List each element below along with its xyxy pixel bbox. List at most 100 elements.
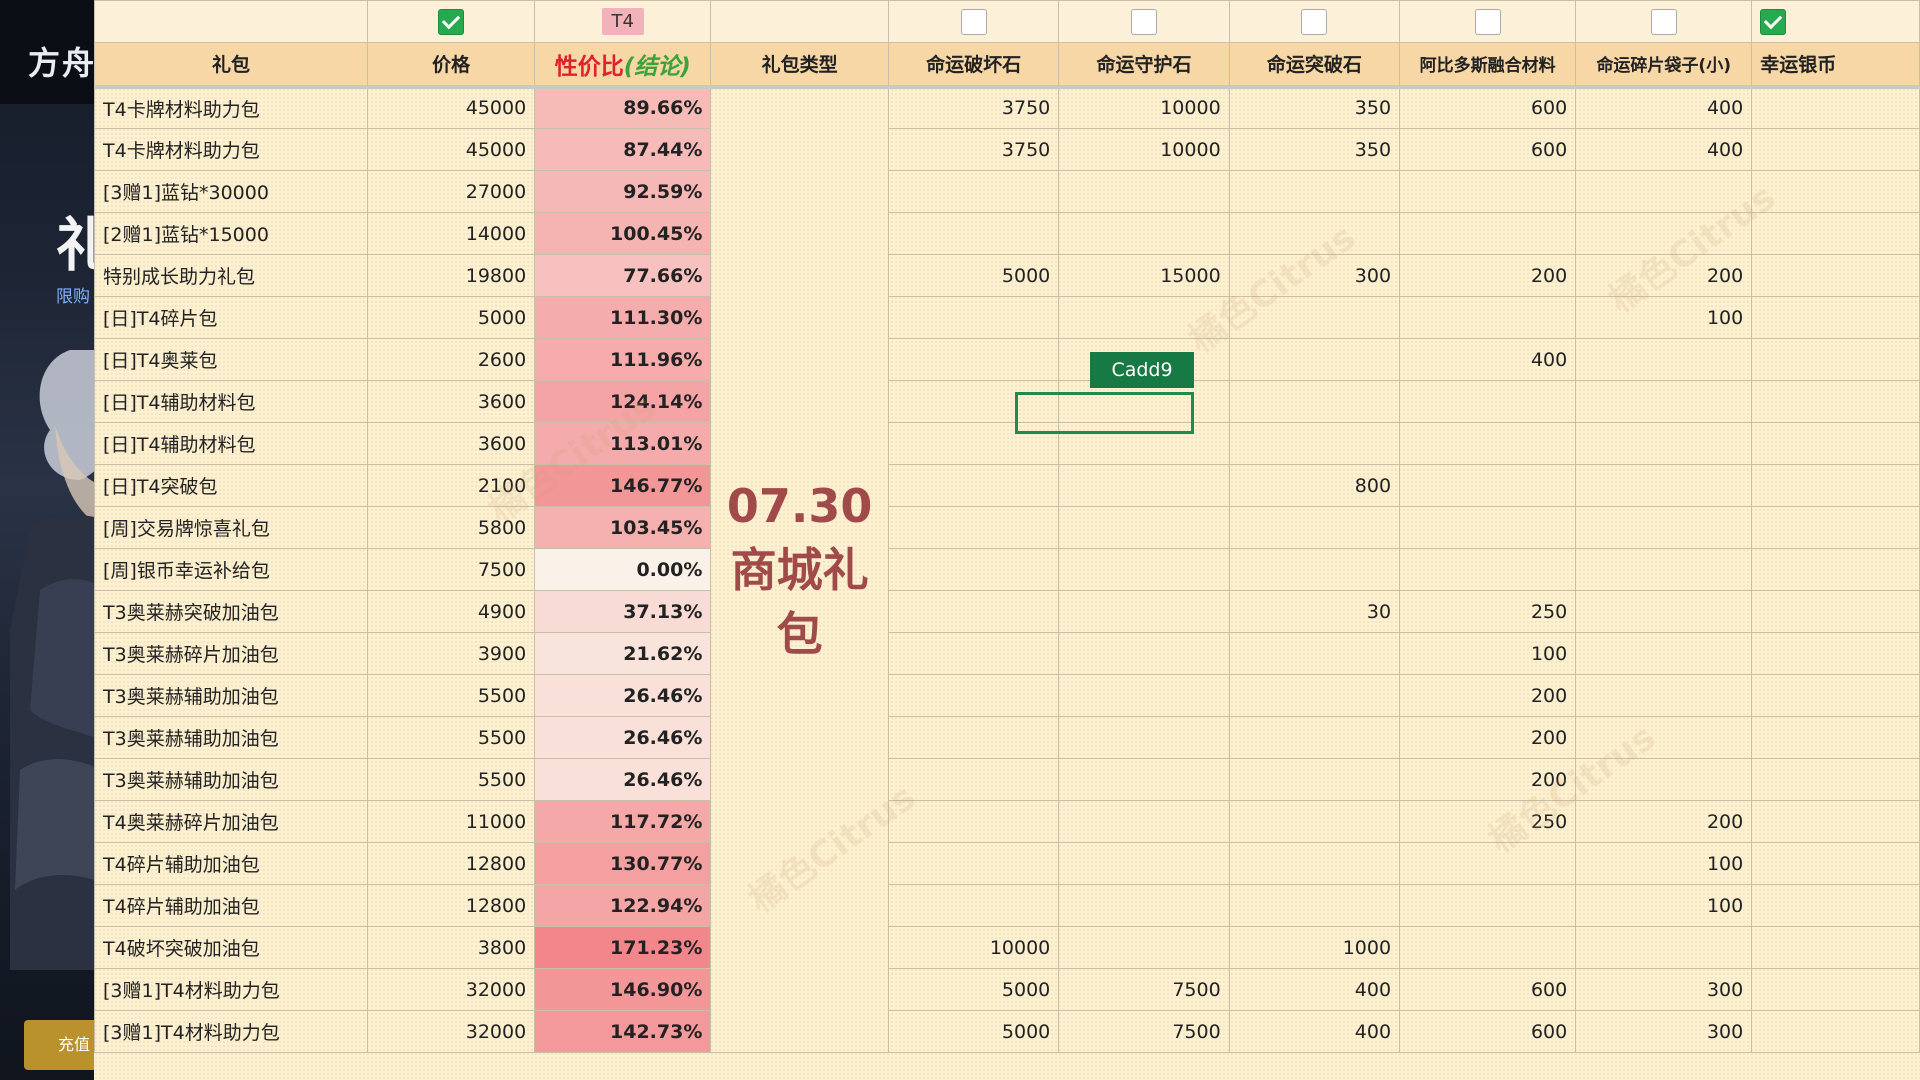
material-cell-c3[interactable]	[1228, 422, 1401, 465]
filter-cell-c4[interactable]	[1399, 0, 1577, 43]
material-cell-c4[interactable]	[1399, 380, 1577, 423]
value-ratio-cell[interactable]: 0.00%	[534, 548, 712, 591]
filter-cell-c3[interactable]	[1228, 0, 1401, 43]
value-ratio-cell[interactable]: 77.66%	[534, 254, 712, 297]
material-cell-c1[interactable]	[887, 212, 1060, 255]
material-cell-c6[interactable]	[1751, 422, 1920, 465]
gift-name-cell[interactable]: [3赠1]T4材料助力包	[94, 968, 368, 1011]
value-ratio-cell[interactable]: 37.13%	[534, 590, 712, 633]
value-ratio-cell[interactable]: 111.96%	[534, 338, 712, 381]
material-cell-c6[interactable]	[1751, 338, 1920, 381]
material-cell-c6[interactable]	[1751, 548, 1920, 591]
gift-name-cell[interactable]: T3奥莱赫碎片加油包	[94, 632, 368, 675]
filter-cell-ratio[interactable]: T4	[534, 0, 712, 43]
material-cell-c1[interactable]	[887, 674, 1060, 717]
material-cell-c5[interactable]: 100	[1575, 296, 1753, 339]
header-c5[interactable]: 命运碎片袋子(小)	[1575, 42, 1753, 89]
material-cell-c2[interactable]	[1058, 842, 1230, 885]
material-cell-c3[interactable]	[1228, 338, 1401, 381]
value-ratio-cell[interactable]: 21.62%	[534, 632, 712, 675]
gift-name-cell[interactable]: [周]交易牌惊喜礼包	[94, 506, 368, 549]
material-cell-c6[interactable]	[1751, 296, 1920, 339]
material-cell-c2[interactable]	[1058, 674, 1230, 717]
price-cell[interactable]: 7500	[366, 548, 536, 591]
material-cell-c2[interactable]: 7500	[1058, 968, 1230, 1011]
gift-name-cell[interactable]: T4碎片辅助加油包	[94, 842, 368, 885]
material-cell-c4[interactable]: 600	[1399, 128, 1577, 171]
material-cell-c3[interactable]	[1228, 758, 1401, 801]
price-cell[interactable]: 4900	[366, 590, 536, 633]
price-cell[interactable]: 5500	[366, 758, 536, 801]
header-c6[interactable]: 幸运银币	[1751, 42, 1920, 89]
checkbox-unchecked-icon[interactable]	[1130, 8, 1157, 35]
material-cell-c5[interactable]	[1575, 716, 1753, 759]
material-cell-c6[interactable]	[1751, 842, 1920, 885]
header-gift[interactable]: 礼包	[94, 42, 368, 89]
material-cell-c1[interactable]	[887, 464, 1060, 507]
material-cell-c4[interactable]: 250	[1399, 590, 1577, 633]
material-cell-c4[interactable]	[1399, 548, 1577, 591]
material-cell-c4[interactable]: 100	[1399, 632, 1577, 675]
material-cell-c1[interactable]	[887, 884, 1060, 927]
gift-name-cell[interactable]: T3奥莱赫辅助加油包	[94, 716, 368, 759]
price-cell[interactable]: 14000	[366, 212, 536, 255]
price-cell[interactable]: 32000	[366, 1010, 536, 1053]
material-cell-c3[interactable]	[1228, 170, 1401, 213]
material-cell-c6[interactable]	[1751, 86, 1920, 129]
value-ratio-cell[interactable]: 87.44%	[534, 128, 712, 171]
price-cell[interactable]: 32000	[366, 968, 536, 1011]
material-cell-c6[interactable]	[1751, 212, 1920, 255]
material-cell-c5[interactable]	[1575, 674, 1753, 717]
t4-filter-tag[interactable]: T4	[601, 8, 644, 35]
price-cell[interactable]: 3800	[366, 926, 536, 969]
material-cell-c3[interactable]: 350	[1228, 128, 1401, 171]
material-cell-c6[interactable]	[1751, 506, 1920, 549]
value-ratio-cell[interactable]: 26.46%	[534, 758, 712, 801]
value-ratio-cell[interactable]: 89.66%	[534, 86, 712, 129]
material-cell-c3[interactable]	[1228, 632, 1401, 675]
price-cell[interactable]: 5000	[366, 296, 536, 339]
filter-cell-c5[interactable]	[1575, 0, 1753, 43]
material-cell-c3[interactable]	[1228, 506, 1401, 549]
material-cell-c2[interactable]	[1058, 800, 1230, 843]
material-cell-c2[interactable]	[1058, 632, 1230, 675]
material-cell-c6[interactable]	[1751, 590, 1920, 633]
material-cell-c1[interactable]	[887, 800, 1060, 843]
price-cell[interactable]: 5500	[366, 674, 536, 717]
material-cell-c5[interactable]	[1575, 380, 1753, 423]
material-cell-c2[interactable]: 10000	[1058, 128, 1230, 171]
material-cell-c2[interactable]	[1058, 464, 1230, 507]
header-c2[interactable]: 命运守护石	[1058, 42, 1230, 89]
value-ratio-cell[interactable]: 124.14%	[534, 380, 712, 423]
gift-name-cell[interactable]: [日]T4突破包	[94, 464, 368, 507]
material-cell-c2[interactable]	[1058, 548, 1230, 591]
material-cell-c4[interactable]: 200	[1399, 758, 1577, 801]
selected-cell[interactable]	[1015, 392, 1194, 434]
value-ratio-cell[interactable]: 113.01%	[534, 422, 712, 465]
value-ratio-cell[interactable]: 146.77%	[534, 464, 712, 507]
material-cell-c6[interactable]	[1751, 1010, 1920, 1053]
material-cell-c1[interactable]: 3750	[887, 128, 1060, 171]
header-ratio[interactable]: 性价比(结论)	[534, 42, 712, 89]
material-cell-c3[interactable]	[1228, 296, 1401, 339]
gift-name-cell[interactable]: [3赠1]蓝钻*30000	[94, 170, 368, 213]
price-cell[interactable]: 3600	[366, 422, 536, 465]
material-cell-c6[interactable]	[1751, 674, 1920, 717]
gift-name-cell[interactable]: T3奥莱赫辅助加油包	[94, 674, 368, 717]
price-cell[interactable]: 5800	[366, 506, 536, 549]
header-type[interactable]: 礼包类型	[710, 42, 889, 89]
checkbox-unchecked-icon[interactable]	[1650, 8, 1677, 35]
gift-type-merged-cell[interactable]: 07.30商城礼包	[710, 86, 889, 1053]
gift-name-cell[interactable]: [3赠1]T4材料助力包	[94, 1010, 368, 1053]
value-ratio-cell[interactable]: 142.73%	[534, 1010, 712, 1053]
material-cell-c2[interactable]: 7500	[1058, 1010, 1230, 1053]
value-ratio-cell[interactable]: 117.72%	[534, 800, 712, 843]
material-cell-c3[interactable]	[1228, 800, 1401, 843]
price-cell[interactable]: 12800	[366, 884, 536, 927]
gift-name-cell[interactable]: T4卡牌材料助力包	[94, 128, 368, 171]
material-cell-c5[interactable]	[1575, 590, 1753, 633]
value-ratio-cell[interactable]: 111.30%	[534, 296, 712, 339]
gift-name-cell[interactable]: [日]T4辅助材料包	[94, 422, 368, 465]
value-ratio-cell[interactable]: 146.90%	[534, 968, 712, 1011]
material-cell-c5[interactable]: 300	[1575, 1010, 1753, 1053]
